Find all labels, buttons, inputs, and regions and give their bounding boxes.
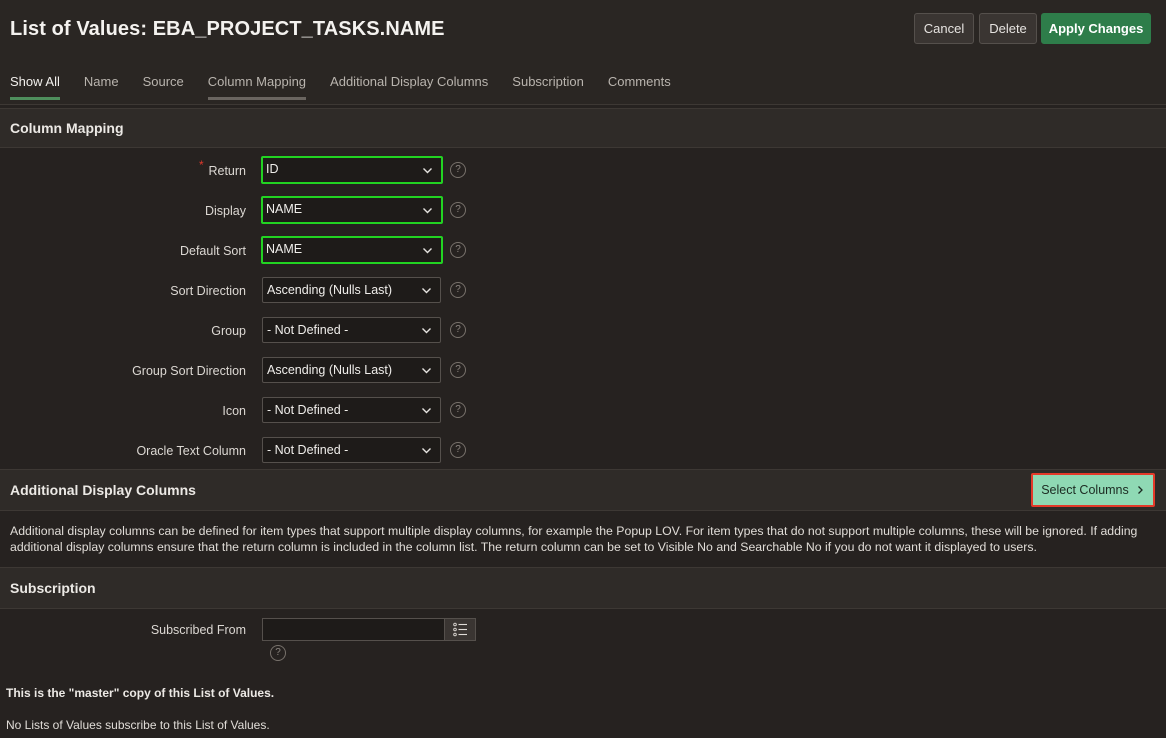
delete-button[interactable]: Delete bbox=[979, 13, 1037, 44]
field-label: Display bbox=[205, 204, 246, 218]
chevron-down-icon bbox=[422, 288, 431, 294]
select-value: - Not Defined - bbox=[267, 443, 349, 457]
chevron-down-icon bbox=[423, 248, 432, 254]
group-sort-direction-select[interactable]: Ascending (Nulls Last) bbox=[262, 357, 441, 383]
chevron-down-icon bbox=[422, 368, 431, 374]
icon-field-row: Icon - Not Defined - ? bbox=[0, 397, 520, 427]
field-label: Group bbox=[211, 324, 246, 338]
display-select[interactable]: NAME bbox=[261, 196, 443, 224]
subscription-region-header: Subscription bbox=[0, 567, 1166, 609]
cancel-button[interactable]: Cancel bbox=[914, 13, 974, 44]
help-icon[interactable]: ? bbox=[450, 442, 466, 458]
field-label: Oracle Text Column bbox=[136, 444, 246, 458]
header-divider bbox=[0, 104, 1166, 105]
page-title: List of Values: EBA_PROJECT_TASKS.NAME bbox=[10, 18, 445, 40]
chevron-down-icon bbox=[423, 208, 432, 214]
tab-source[interactable]: Source bbox=[143, 74, 184, 100]
select-value: ID bbox=[266, 162, 279, 176]
tab-additional-display-columns[interactable]: Additional Display Columns bbox=[330, 74, 488, 100]
additional-display-columns-description: Additional display columns can be define… bbox=[10, 524, 1138, 554]
additional-display-columns-region-header: Additional Display Columns bbox=[0, 469, 1166, 511]
group-select[interactable]: - Not Defined - bbox=[262, 317, 441, 343]
select-value: NAME bbox=[266, 242, 303, 256]
list-picker-button[interactable] bbox=[444, 618, 476, 641]
sort-direction-field-row: Sort Direction Ascending (Nulls Last) ? bbox=[0, 277, 520, 307]
select-value: - Not Defined - bbox=[267, 403, 349, 417]
column-mapping-region-header: Column Mapping bbox=[0, 108, 1166, 148]
field-label: Sort Direction bbox=[170, 284, 246, 298]
select-columns-label: Select Columns bbox=[1041, 483, 1129, 497]
default-sort-field-row: Default Sort NAME ? bbox=[0, 236, 520, 267]
help-icon[interactable]: ? bbox=[450, 322, 466, 338]
required-indicator: * bbox=[199, 158, 204, 172]
subscribed-from-input[interactable] bbox=[262, 618, 445, 641]
select-columns-button[interactable]: Select Columns bbox=[1031, 473, 1155, 507]
field-label: Group Sort Direction bbox=[132, 364, 246, 378]
chevron-down-icon bbox=[422, 408, 431, 414]
chevron-down-icon bbox=[422, 328, 431, 334]
icon-select[interactable]: - Not Defined - bbox=[262, 397, 441, 423]
help-icon[interactable]: ? bbox=[450, 242, 466, 258]
list-icon bbox=[453, 622, 467, 637]
oracle-text-column-field-row: Oracle Text Column - Not Defined - ? bbox=[0, 437, 520, 467]
group-sort-direction-field-row: Group Sort Direction Ascending (Nulls La… bbox=[0, 357, 520, 387]
help-icon[interactable]: ? bbox=[450, 402, 466, 418]
help-icon[interactable]: ? bbox=[450, 162, 466, 178]
sort-direction-select[interactable]: Ascending (Nulls Last) bbox=[262, 277, 441, 303]
chevron-right-icon bbox=[1137, 486, 1143, 494]
field-label: Subscribed From bbox=[150, 623, 246, 637]
tab-name[interactable]: Name bbox=[84, 74, 119, 100]
help-icon[interactable]: ? bbox=[450, 282, 466, 298]
select-value: - Not Defined - bbox=[267, 323, 349, 337]
select-value: NAME bbox=[266, 202, 303, 216]
help-icon[interactable]: ? bbox=[450, 362, 466, 378]
subscribers-note: No Lists of Values subscribe to this Lis… bbox=[6, 718, 270, 732]
tab-column-mapping[interactable]: Column Mapping bbox=[207, 74, 307, 100]
tab-bar: Show All Name Source Column Mapping Addi… bbox=[10, 74, 695, 100]
subscription-title: Subscription bbox=[10, 580, 96, 596]
help-icon[interactable]: ? bbox=[270, 645, 286, 661]
select-value: Ascending (Nulls Last) bbox=[267, 283, 393, 297]
field-label: Return bbox=[208, 164, 246, 178]
chevron-down-icon bbox=[423, 168, 432, 174]
page-header: List of Values: EBA_PROJECT_TASKS.NAME C… bbox=[0, 0, 1166, 104]
field-label: Icon bbox=[222, 404, 246, 418]
field-label: Default Sort bbox=[179, 244, 246, 258]
return-field-row: * Return ID ? bbox=[0, 156, 520, 187]
select-value: Ascending (Nulls Last) bbox=[267, 363, 393, 377]
group-field-row: Group - Not Defined - ? bbox=[0, 317, 520, 347]
default-sort-select[interactable]: NAME bbox=[261, 236, 443, 264]
additional-display-columns-title: Additional Display Columns bbox=[10, 482, 196, 498]
help-icon[interactable]: ? bbox=[450, 202, 466, 218]
display-field-row: Display NAME ? bbox=[0, 196, 520, 227]
apply-changes-button[interactable]: Apply Changes bbox=[1041, 13, 1151, 44]
tab-show-all[interactable]: Show All bbox=[10, 74, 60, 100]
oracle-text-column-select[interactable]: - Not Defined - bbox=[262, 437, 441, 463]
tab-comments[interactable]: Comments bbox=[608, 74, 671, 100]
chevron-down-icon bbox=[422, 448, 431, 454]
column-mapping-title: Column Mapping bbox=[10, 120, 124, 136]
tab-subscription[interactable]: Subscription bbox=[512, 74, 584, 100]
master-copy-note: This is the "master" copy of this List o… bbox=[6, 686, 275, 700]
return-select[interactable]: ID bbox=[261, 156, 443, 184]
